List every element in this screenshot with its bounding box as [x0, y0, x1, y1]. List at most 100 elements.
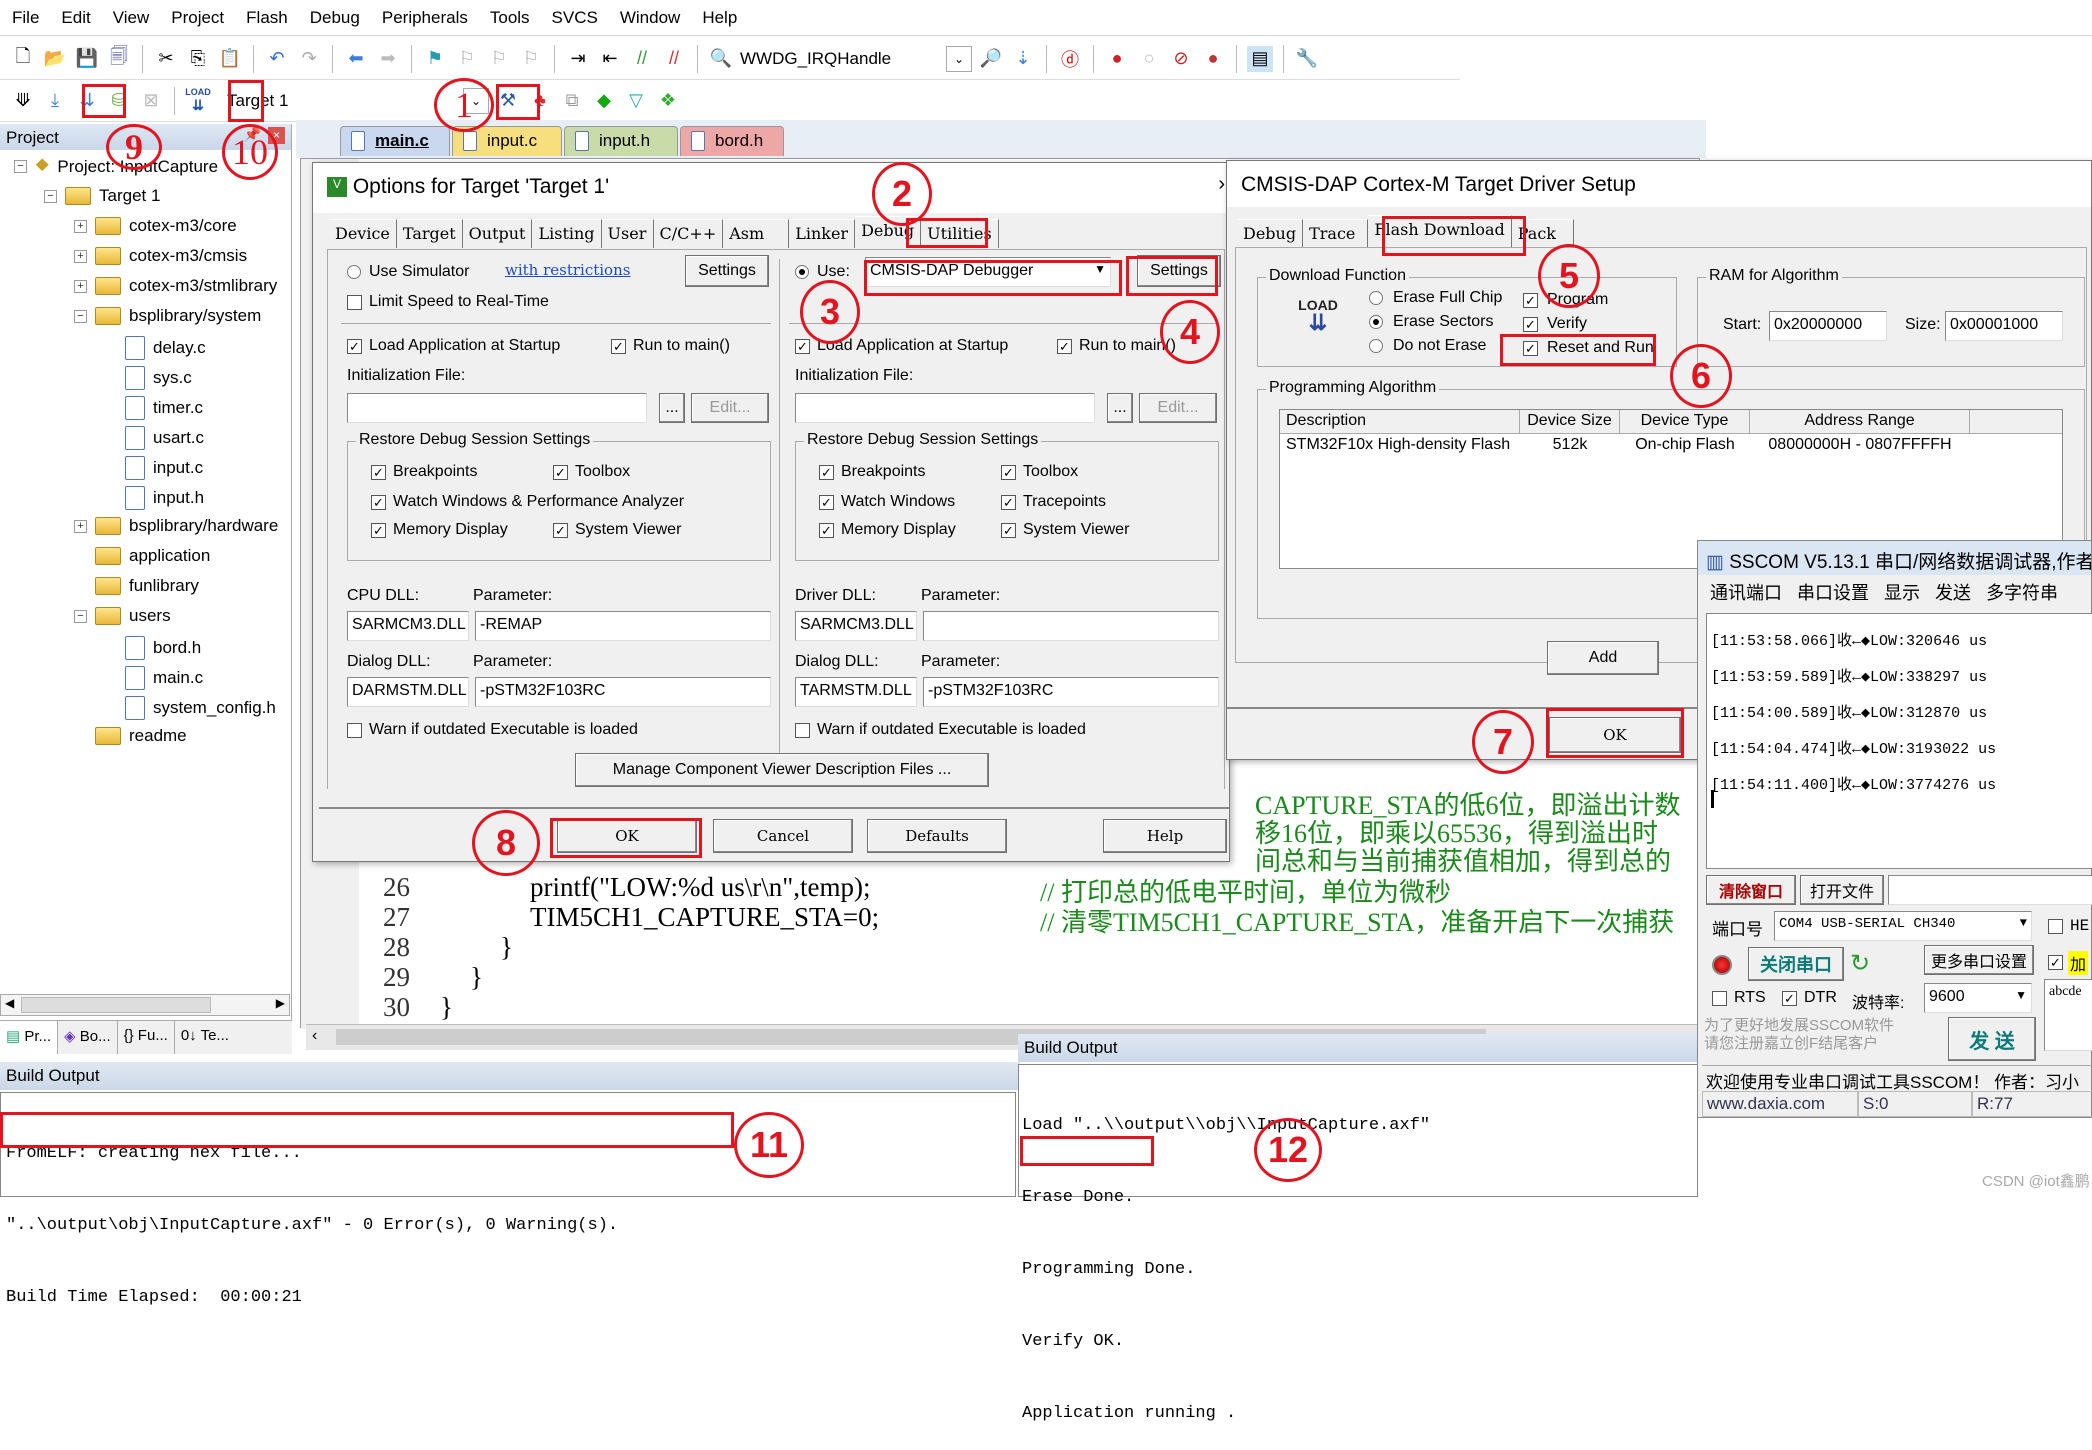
menu-view[interactable]: View [113, 8, 150, 28]
tab-books[interactable]: ◈ Bo... [58, 1021, 118, 1054]
tab-debug[interactable]: Debug [855, 216, 922, 248]
configure-icon[interactable]: 🔧 [1294, 46, 1320, 72]
editor-tab[interactable]: input.c [452, 126, 562, 156]
clear-window-button[interactable]: 清除窗口 [1706, 875, 1796, 905]
add-timestamp-checkbox[interactable]: ✓ [2048, 955, 2063, 970]
debugger-select[interactable]: CMSIS-DAP Debugger ▼ [865, 257, 1111, 287]
use-simulator-radio[interactable] [347, 265, 361, 279]
sim-dialog-param-input[interactable]: -pSTM32F103RC [475, 677, 771, 707]
dbg-watch-checkbox[interactable]: ✓ [819, 495, 834, 510]
tree-item[interactable]: timer.c [104, 396, 203, 420]
column-header[interactable]: Address Range [1750, 410, 1970, 433]
manage-components-icon[interactable]: ♣ [527, 88, 553, 114]
menu-svcs[interactable]: SVCS [552, 8, 598, 28]
simulator-settings-button[interactable]: Settings [685, 255, 769, 287]
dbg-run-to-main-checkbox[interactable]: ✓ [1057, 339, 1072, 354]
tree-hscrollbar[interactable]: ◀ ▶ [0, 994, 290, 1016]
menu-help[interactable]: Help [702, 8, 737, 28]
refresh-icon[interactable]: ↻ [1850, 949, 1870, 978]
expand-icon[interactable]: + [74, 249, 87, 263]
dbg-dialog-dll-input[interactable]: TARMSTM.DLL [795, 677, 917, 707]
sscom-menu-port[interactable]: 通讯端口 [1710, 583, 1782, 603]
tree-item[interactable]: readme [74, 726, 187, 746]
close-panel-icon[interactable]: × [268, 127, 285, 144]
stop-build-icon[interactable]: ⊠ [138, 88, 164, 114]
undo-icon[interactable]: ↶ [264, 46, 290, 72]
tree-item[interactable]: bord.h [104, 636, 201, 660]
tab-project[interactable]: ▤ Pr... [0, 1021, 59, 1054]
program-checkbox[interactable]: ✓ [1523, 293, 1538, 308]
editor-scroll-left-icon[interactable]: ‹ [312, 1027, 317, 1045]
incremental-find-icon[interactable]: ⇣ [1010, 46, 1036, 72]
dbg-memory-checkbox[interactable]: ✓ [819, 523, 834, 538]
reset-and-run-checkbox[interactable]: ✓ [1523, 341, 1538, 356]
tab-device[interactable]: Device [329, 219, 397, 248]
scroll-left-icon[interactable]: ◀ [5, 996, 14, 1010]
options-help-button[interactable]: Help [1103, 819, 1227, 853]
menu-debug[interactable]: Debug [310, 8, 360, 28]
manage-multi-project-icon[interactable]: ⧉ [559, 88, 585, 114]
tree-item[interactable]: application [74, 546, 210, 566]
breakpoint-icon[interactable]: ● [1104, 46, 1130, 72]
save-all-icon[interactable]: 🗐 [106, 46, 132, 72]
collapse-icon[interactable]: − [14, 160, 27, 173]
dbg-browse-button[interactable]: ... [1107, 393, 1133, 423]
tab-utilities[interactable]: Utilities [921, 219, 999, 248]
dbg-init-file-input[interactable] [795, 393, 1095, 423]
dbg-load-app-checkbox[interactable]: ✓ [795, 339, 810, 354]
editor-tab[interactable]: input.h [564, 126, 678, 156]
redo-icon[interactable]: ↷ [296, 46, 322, 72]
collapse-icon[interactable]: − [74, 609, 87, 623]
tree-item[interactable]: input.h [104, 486, 204, 510]
disable-all-breakpoints-icon[interactable]: ⊘ [1168, 46, 1194, 72]
tree-item[interactable]: + cotex-m3/cmsis [74, 246, 247, 266]
expand-icon[interactable]: + [74, 279, 87, 293]
menu-file[interactable]: File [12, 8, 39, 28]
with-restrictions-link[interactable]: with restrictions [505, 261, 630, 279]
options-for-target-icon[interactable]: ⚒ [495, 88, 521, 114]
driver-dll-input[interactable]: SARMCM3.DLL [795, 611, 917, 641]
tree-item[interactable]: − users [74, 606, 171, 626]
manage-component-viewer-button[interactable]: Manage Component Viewer Description File… [575, 753, 989, 787]
sim-watch-checkbox[interactable]: ✓ [371, 495, 386, 510]
cpu-param-input[interactable]: -REMAP [475, 611, 771, 641]
erase-full-chip-radio[interactable] [1369, 291, 1383, 305]
open-file-button[interactable]: 打开文件 [1800, 875, 1884, 905]
target-dropdown-icon[interactable]: ⌄ [463, 87, 489, 114]
disable-breakpoint-icon[interactable]: ○ [1136, 46, 1162, 72]
pin-icon[interactable]: 📌 [244, 126, 261, 143]
column-header[interactable]: Device Type [1620, 410, 1750, 433]
ram-start-input[interactable]: 0x20000000 [1769, 311, 1887, 341]
sim-memory-checkbox[interactable]: ✓ [371, 523, 386, 538]
debug-session-icon[interactable]: ⓓ [1057, 46, 1083, 72]
menu-project[interactable]: Project [171, 8, 224, 28]
send-button[interactable]: 发 送 [1948, 1017, 2036, 1061]
cpu-dll-input[interactable]: SARMCM3.DLL [347, 611, 469, 641]
sscom-menu-display[interactable]: 显示 [1884, 583, 1920, 603]
driver-ok-button[interactable]: OK [1549, 717, 1681, 753]
function-combo[interactable]: WWDG_IRQHandle [740, 49, 940, 69]
sim-breakpoints-checkbox[interactable]: ✓ [371, 465, 386, 480]
sscom-receive-area[interactable]: [11:53:58.066]收←◆LOW:320646 us [11:53:59.… [1706, 613, 2092, 869]
add-algorithm-button[interactable]: Add [1547, 641, 1659, 675]
options-ok-button[interactable]: OK [557, 819, 697, 853]
tab-listing[interactable]: Listing [532, 219, 602, 248]
tree-item[interactable]: − ⯁ Project: InputCapture [14, 156, 218, 177]
nav-back-icon[interactable]: ⬅ [343, 46, 369, 72]
sscom-menu-send[interactable]: 发送 [1935, 583, 1971, 603]
dbg-tracepoints-checkbox[interactable]: ✓ [1001, 495, 1016, 510]
unindent-icon[interactable]: ⇤ [597, 46, 623, 72]
build-icon[interactable]: ⤓ [42, 88, 68, 114]
sim-dialog-dll-input[interactable]: DARMSTM.DLL [347, 677, 469, 707]
rebuild-icon[interactable]: ⇊ [74, 88, 100, 114]
tab-functions[interactable]: {} Fu... [118, 1021, 175, 1054]
dbg-breakpoints-checkbox[interactable]: ✓ [819, 465, 834, 480]
tab-driver-trace[interactable]: Trace [1303, 219, 1369, 247]
collapse-icon[interactable]: − [44, 189, 57, 203]
limit-speed-checkbox[interactable] [347, 295, 362, 310]
menu-peripherals[interactable]: Peripherals [382, 8, 468, 28]
baud-rate-select[interactable]: 9600 ▼ [1924, 983, 2032, 1013]
editor-tab[interactable]: main.c [340, 126, 450, 156]
window-layout-icon[interactable]: ▤ [1247, 45, 1273, 72]
tab-asm[interactable]: Asm [723, 219, 790, 248]
